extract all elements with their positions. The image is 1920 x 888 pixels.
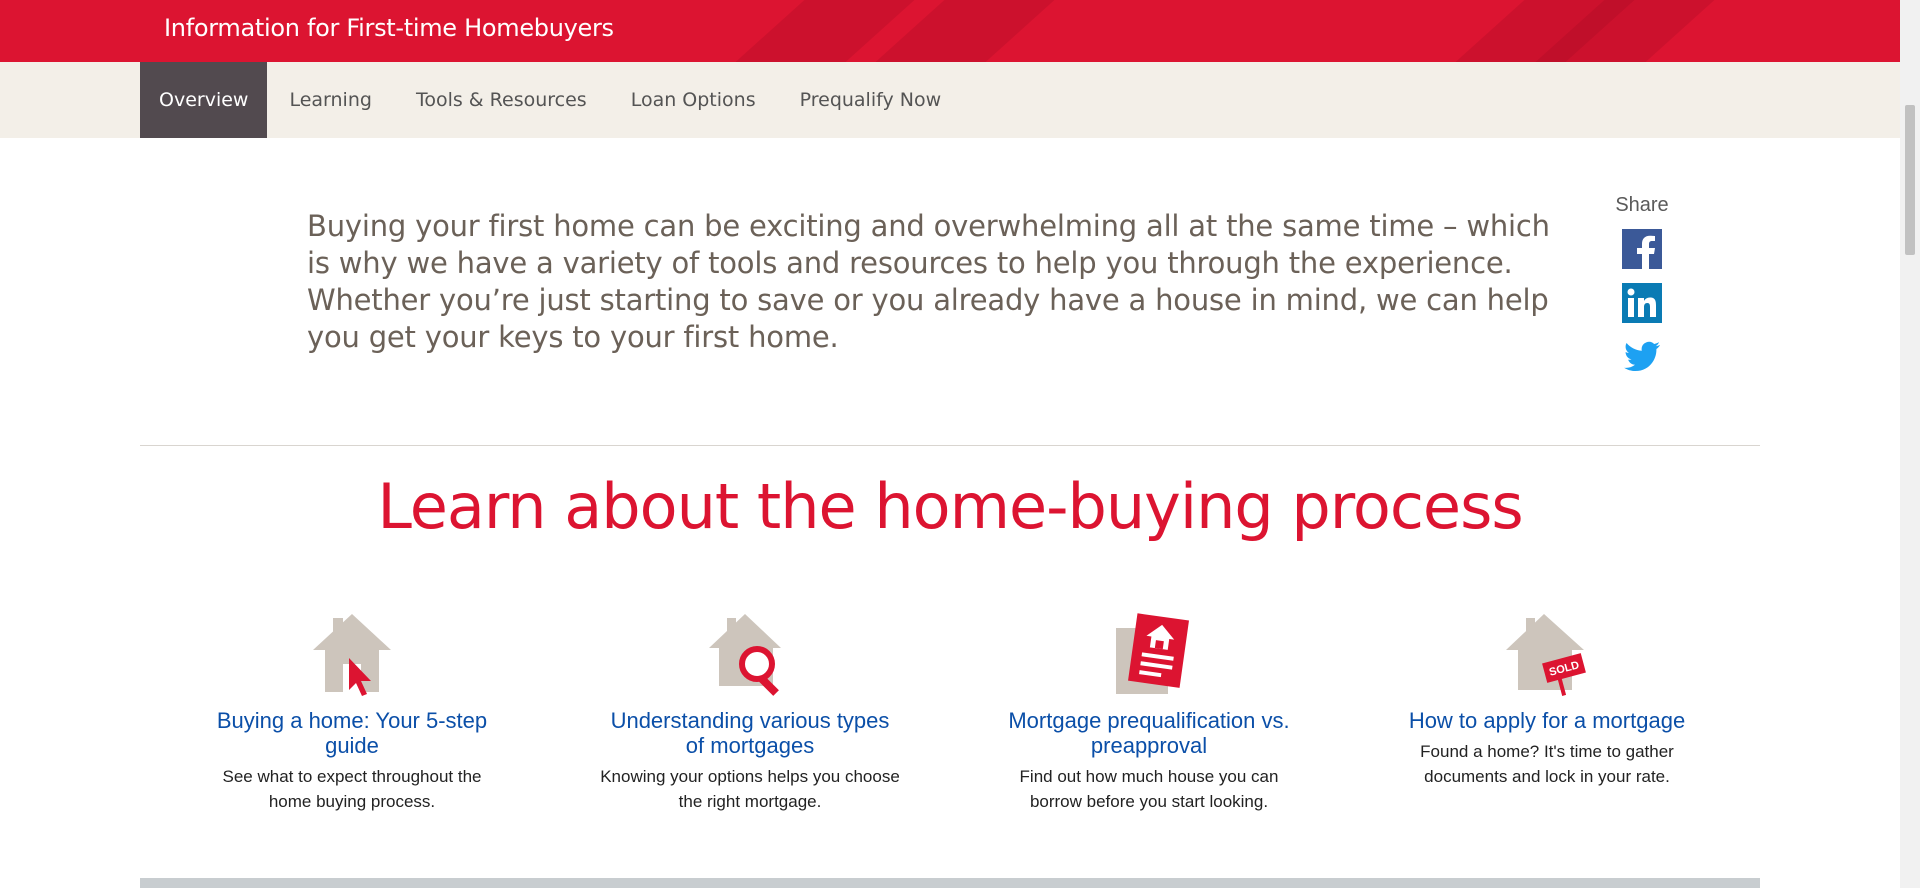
- card-apply-mortgage: SOLD How to apply for a mortgage Found a…: [1397, 610, 1697, 789]
- card-description: See what to expect throughout the home b…: [222, 767, 482, 811]
- twitter-icon[interactable]: [1622, 337, 1662, 377]
- banner-title: Information for First-time Homebuyers: [164, 14, 614, 42]
- section-divider: [140, 445, 1760, 446]
- document-house-icon: [1116, 613, 1189, 694]
- tab-overview[interactable]: Overview: [140, 62, 268, 138]
- tab-learning[interactable]: Learning: [267, 62, 394, 138]
- card-description: Find out how much house you can borrow b…: [1019, 767, 1279, 811]
- share-label: Share: [1615, 194, 1669, 216]
- page-scrollbar[interactable]: [1900, 0, 1920, 888]
- share-panel: Share: [1602, 194, 1682, 391]
- card-description: Knowing your options helps you choose th…: [600, 767, 900, 811]
- section-title: Learn about the home-buying process: [377, 470, 1523, 543]
- house-magnifier-icon: [709, 614, 781, 696]
- hero-image-strip: [140, 878, 1760, 888]
- card-mortgage-types: Understanding various types of mortgages…: [600, 610, 900, 814]
- card-description: Found a home? It's time to gather docume…: [1420, 742, 1674, 786]
- house-sold-sign-icon: SOLD: [1506, 614, 1586, 696]
- tab-tools-resources[interactable]: Tools & Resources: [394, 62, 609, 138]
- tab-prequalify-now[interactable]: Prequalify Now: [778, 62, 964, 138]
- page-banner: Information for First-time Homebuyers: [0, 0, 1900, 62]
- intro-paragraph: Buying your first home can be exciting a…: [307, 209, 1550, 354]
- linkedin-icon[interactable]: [1622, 283, 1662, 323]
- card-title-link[interactable]: Buying a home: Your 5-step guide: [202, 708, 502, 758]
- tab-loan-options[interactable]: Loan Options: [609, 62, 778, 138]
- card-title-link[interactable]: Understanding various types of mortgages: [600, 708, 900, 758]
- section-nav: Overview Learning Tools & Resources Loan…: [0, 62, 1900, 138]
- scrollbar-thumb[interactable]: [1905, 105, 1915, 255]
- card-five-step-guide: Buying a home: Your 5-step guide See wha…: [202, 610, 502, 814]
- card-title-link[interactable]: How to apply for a mortgage: [1397, 708, 1697, 733]
- card-title-link[interactable]: Mortgage prequalification vs. preapprova…: [999, 708, 1299, 758]
- house-cursor-icon: [313, 614, 391, 696]
- card-prequalification: Mortgage prequalification vs. preapprova…: [999, 610, 1299, 814]
- facebook-icon[interactable]: [1622, 229, 1662, 269]
